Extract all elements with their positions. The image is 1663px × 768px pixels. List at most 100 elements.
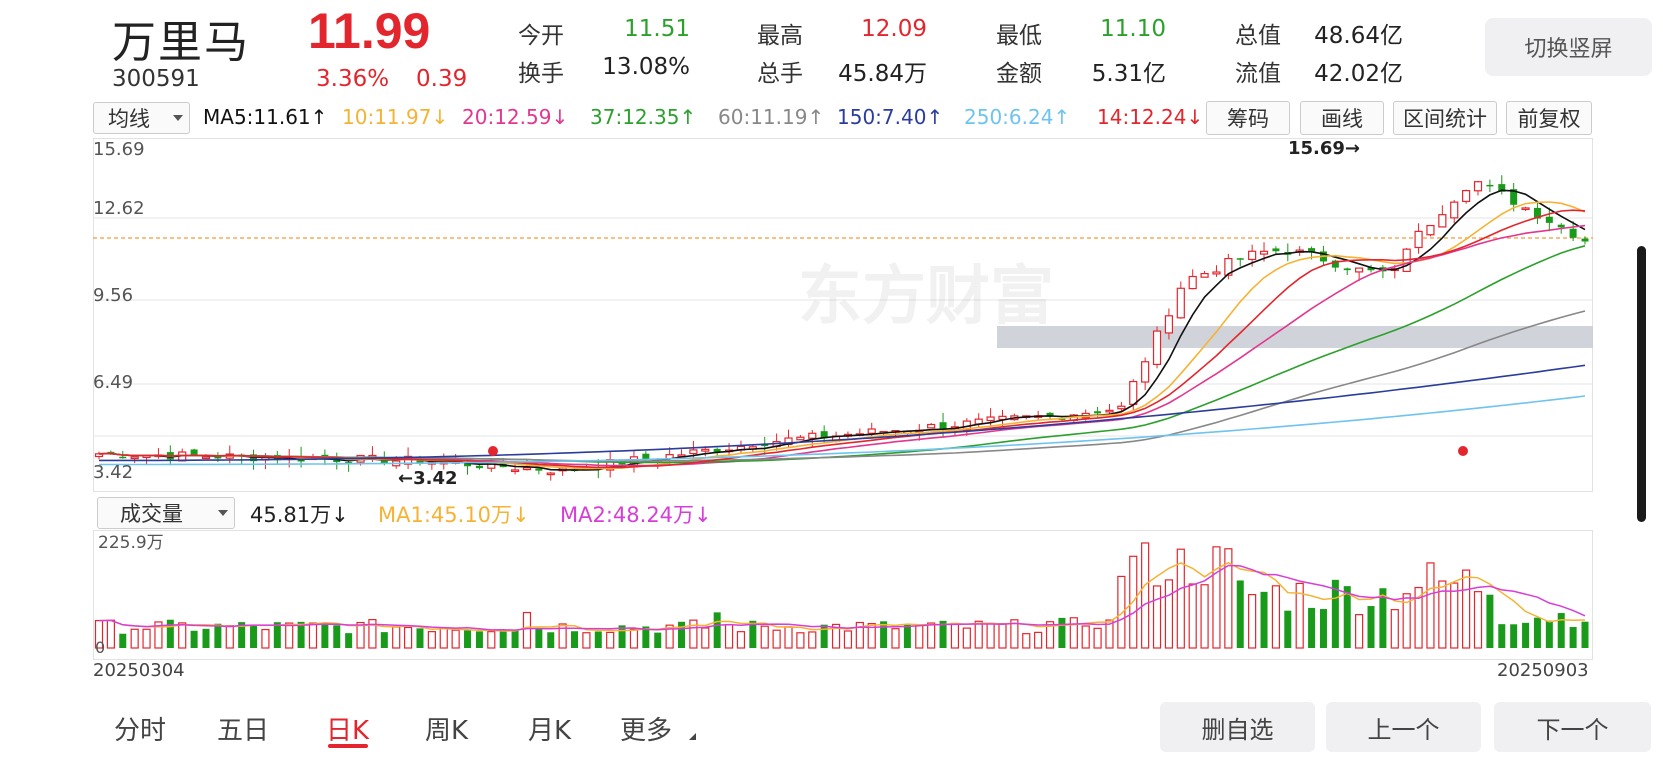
candle-body (1188, 275, 1197, 290)
adjust-mode-button[interactable]: 前复权 (1506, 101, 1592, 135)
candle-body (119, 456, 127, 459)
volume-bar (214, 623, 222, 648)
volume-current: 45.81万↓ (250, 503, 349, 527)
candle-body (190, 449, 198, 456)
draw-line-button[interactable]: 画线 (1300, 101, 1384, 135)
ma150-legend: 150:7.40↑ (837, 105, 944, 129)
candle-body (1473, 181, 1483, 192)
volume-bar (772, 629, 781, 649)
candle-body (1176, 287, 1185, 319)
candle-body (1557, 224, 1565, 228)
candle-body (1248, 250, 1257, 261)
candle-body (1355, 267, 1364, 273)
candle-body (1141, 361, 1150, 383)
volume-bar (202, 628, 210, 648)
volume-bar (308, 622, 318, 649)
volume-bar (416, 628, 424, 648)
candle-body (867, 428, 876, 434)
ma20-legend: 20:12.59↓ (462, 105, 569, 129)
candle-body (808, 432, 817, 439)
volume-bar (451, 629, 460, 649)
volume-bar (927, 622, 936, 649)
tab-more[interactable]: 更多 (620, 710, 672, 747)
candle-body (1521, 207, 1530, 211)
more-corner-icon (689, 733, 696, 740)
volume-bar (654, 632, 662, 648)
candle-body (1450, 201, 1459, 219)
volume-indicator-dropdown[interactable]: 成交量 (97, 497, 235, 529)
volume-bar (571, 631, 579, 648)
volume-bar (106, 619, 115, 649)
active-tab-indicator (328, 744, 368, 748)
ma37-legend: 37:12.35↑ (590, 105, 697, 129)
volume-bar (1248, 593, 1257, 649)
volume-bar (1284, 610, 1292, 648)
tab-daily-k[interactable]: 日K (326, 710, 369, 747)
volume-bar (1236, 580, 1244, 648)
candle-body (1129, 380, 1138, 405)
volume-bar (1034, 631, 1043, 649)
volume-bar (130, 628, 139, 649)
volume-bar (974, 620, 983, 649)
volume-axis-zero: 0 (95, 638, 105, 657)
volume-bar (1462, 569, 1471, 649)
volume-chart[interactable]: 225.9万 0 (93, 530, 1593, 660)
volume-bar (701, 627, 710, 649)
tab-weekly-k[interactable]: 周K (425, 710, 468, 747)
volume-bar (1498, 624, 1506, 648)
volume-bar (1581, 621, 1589, 648)
volume-bar (891, 628, 900, 649)
volume-bar (678, 621, 686, 648)
volume-bar (166, 619, 174, 648)
price-axis-4: 6.49 (93, 372, 133, 393)
candle-body (701, 448, 710, 452)
switch-portrait-button[interactable]: 切换竖屏 (1485, 18, 1652, 76)
volume-bar (333, 625, 341, 648)
volume-bar (356, 621, 365, 649)
scrollbar[interactable] (1637, 246, 1646, 522)
candle-body (1094, 411, 1102, 414)
candle-body (1343, 268, 1351, 271)
tab-five-day[interactable]: 五日 (217, 710, 269, 747)
candle-body (1272, 248, 1280, 252)
kline-chart[interactable]: 东方财富 15.69 12.62 9.56 6.49 3.42 15.69→ ←… (93, 138, 1593, 492)
ma-type-dropdown[interactable]: 均线 (93, 102, 190, 134)
watermark-text: 东方财富 (798, 260, 1054, 334)
range-stats-button[interactable]: 区间统计 (1393, 101, 1497, 135)
volume-bar (1533, 617, 1541, 648)
candle-body (535, 468, 543, 471)
volume-bar (178, 622, 187, 649)
candle-body (1414, 230, 1423, 249)
change-amount: 0.39 (416, 66, 468, 92)
volume-bar (1188, 583, 1197, 649)
volume-bar (1319, 609, 1327, 648)
previous-stock-button[interactable]: 上一个 (1326, 702, 1481, 752)
ma-line (99, 395, 1586, 466)
volume-bar (903, 624, 911, 648)
volume-bar (1545, 620, 1553, 648)
candle-body (1259, 250, 1269, 255)
chip-band (997, 326, 1593, 348)
tab-monthly-k[interactable]: 月K (528, 710, 571, 747)
candle-body (201, 456, 211, 460)
volume-bar (547, 632, 555, 648)
volume-indicator-label: 成交量 (120, 502, 183, 526)
remove-watchlist-button[interactable]: 删自选 (1160, 702, 1315, 752)
volume-bar (1522, 622, 1530, 648)
volume-bar (796, 632, 805, 649)
volume-bar (1271, 585, 1281, 649)
volume-bar (1141, 542, 1150, 649)
chips-button[interactable]: 筹码 (1206, 101, 1290, 135)
candle-body (796, 436, 805, 441)
tab-intraday[interactable]: 分时 (114, 710, 166, 747)
volume-bar (142, 628, 151, 649)
stock-name: 万里马 (112, 17, 250, 68)
candle-body (1164, 315, 1174, 334)
next-stock-button[interactable]: 下一个 (1494, 702, 1651, 752)
volume-bar (475, 631, 483, 648)
candle-body (1569, 228, 1577, 238)
volume-bar (724, 624, 734, 649)
volume-bar (808, 631, 817, 649)
quote-amount: 金额 5.31亿 (996, 61, 1166, 87)
volume-bar (1557, 613, 1565, 648)
